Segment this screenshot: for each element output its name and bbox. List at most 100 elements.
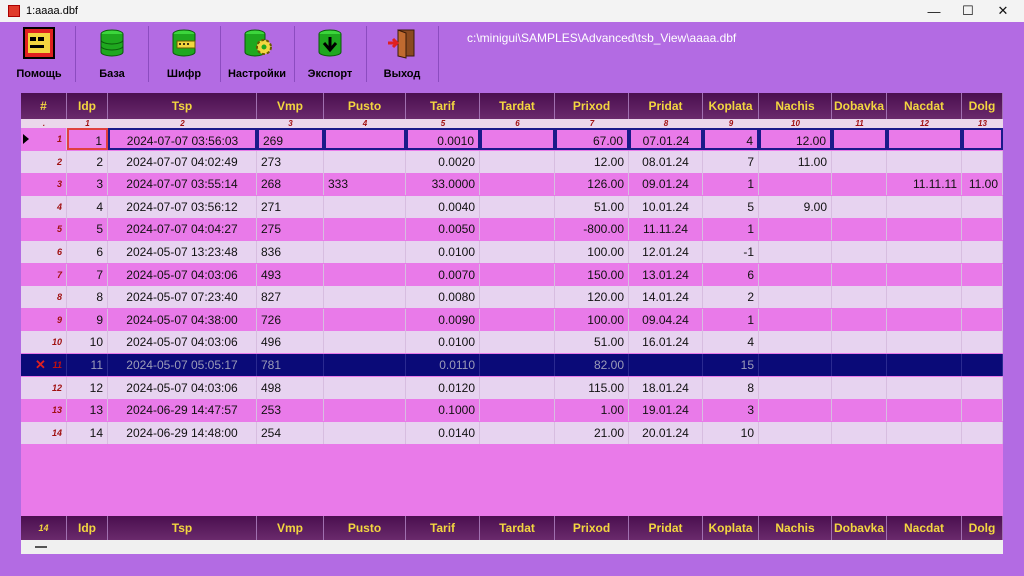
cell-tardat[interactable] xyxy=(480,376,555,399)
cell-idp[interactable]: 10 xyxy=(67,331,108,354)
cell-tarif[interactable]: 0.1000 xyxy=(406,399,480,422)
column-header-pusto[interactable]: Pusto xyxy=(324,93,406,119)
cell-pridat[interactable]: 11.11.24 xyxy=(629,218,703,241)
table-row[interactable]: 14 14 2024-06-29 14:48:00 254 0.0140 21.00 20.… xyxy=(21,421,1003,444)
cell-vmp[interactable]: 271 xyxy=(257,195,324,218)
cell-dobavka[interactable] xyxy=(832,399,887,422)
cell-tardat[interactable] xyxy=(480,128,555,150)
cell-vmp[interactable]: 781 xyxy=(257,354,324,376)
cell-tsp[interactable]: 2024-05-07 07:23:40 xyxy=(108,286,257,309)
cell-pusto[interactable] xyxy=(324,286,406,309)
cell-pusto[interactable] xyxy=(324,150,406,173)
cell-pridat[interactable]: 07.01.24 xyxy=(629,128,703,150)
cell-tarif[interactable]: 0.0010 xyxy=(406,128,480,150)
cell-koplata[interactable]: 1 xyxy=(703,173,759,196)
export-button[interactable]: Экспорт xyxy=(298,22,362,84)
base-button[interactable]: База xyxy=(80,22,144,84)
cell-tarif[interactable]: 0.0090 xyxy=(406,308,480,331)
cell-koplata[interactable]: 6 xyxy=(703,263,759,286)
cell-prixod[interactable]: 82.00 xyxy=(555,354,629,376)
scroll-thumb[interactable] xyxy=(35,546,47,548)
cell-idp[interactable]: 8 xyxy=(67,286,108,309)
cell-tarif[interactable]: 0.0140 xyxy=(406,421,480,444)
cell-tsp[interactable]: 2024-07-07 03:56:12 xyxy=(108,195,257,218)
help-button[interactable]: Помощь xyxy=(10,22,68,84)
cell-dolg[interactable] xyxy=(962,286,1003,309)
cell-prixod[interactable]: 1.00 xyxy=(555,399,629,422)
cell-prixod[interactable]: 120.00 xyxy=(555,286,629,309)
cell-dolg[interactable] xyxy=(962,376,1003,399)
cell-vmp[interactable]: 268 xyxy=(257,173,324,196)
table-row[interactable]: 1 1 2024-07-07 03:56:03 269 0.0010 67.00 07.01… xyxy=(21,128,1003,150)
cell-idp[interactable]: 12 xyxy=(67,376,108,399)
column-header-koplata[interactable]: Koplata xyxy=(703,93,759,119)
cell-dolg[interactable] xyxy=(962,195,1003,218)
cell-nacdat[interactable] xyxy=(887,421,962,444)
cell-nacdat[interactable] xyxy=(887,263,962,286)
title-bar[interactable]: 1:aaaa.dbf — ☐ ✕ xyxy=(0,0,1024,22)
column-header-dolg[interactable]: Dolg xyxy=(962,93,1003,119)
cell-pridat[interactable]: 12.01.24 xyxy=(629,241,703,263)
cell-koplata[interactable]: 4 xyxy=(703,331,759,354)
table-row[interactable]: 6 6 2024-05-07 13:23:48 836 0.0100 100.00 12.0… xyxy=(21,241,1003,263)
cell-vmp[interactable]: 827 xyxy=(257,286,324,309)
cell-tardat[interactable] xyxy=(480,421,555,444)
maximize-button[interactable]: ☐ xyxy=(950,0,986,22)
cell-pusto[interactable] xyxy=(324,376,406,399)
cell-nacdat[interactable]: 11.11.11 xyxy=(887,173,962,196)
cell-vmp[interactable]: 273 xyxy=(257,150,324,173)
table-row[interactable]: 10 10 2024-05-07 04:03:06 496 0.0100 51.00 16.… xyxy=(21,331,1003,354)
column-header-prixod[interactable]: Prixod xyxy=(555,93,629,119)
table-row[interactable]: 5 5 2024-07-07 04:04:27 275 0.0050 -800.00 11.… xyxy=(21,218,1003,241)
cell-tardat[interactable] xyxy=(480,195,555,218)
cell-vmp[interactable]: 253 xyxy=(257,399,324,422)
horizontal-scrollbar[interactable] xyxy=(21,540,1003,554)
table-row[interactable]: 8 8 2024-05-07 07:23:40 827 0.0080 120.00 14.0… xyxy=(21,286,1003,309)
cell-nachis[interactable] xyxy=(759,286,832,309)
cell-prixod[interactable]: 150.00 xyxy=(555,263,629,286)
cell-dolg[interactable]: 11.00 xyxy=(962,173,1003,196)
cell-dobavka[interactable] xyxy=(832,128,887,150)
cell-idp[interactable]: 4 xyxy=(67,195,108,218)
cell-prixod[interactable]: -800.00 xyxy=(555,218,629,241)
cell-nachis[interactable] xyxy=(759,354,832,376)
cell-prixod[interactable]: 115.00 xyxy=(555,376,629,399)
cell-nacdat[interactable] xyxy=(887,308,962,331)
cell-nacdat[interactable] xyxy=(887,286,962,309)
column-header-nacdat[interactable]: Nacdat xyxy=(887,93,962,119)
cell-nacdat[interactable] xyxy=(887,354,962,376)
cell-idp[interactable]: 2 xyxy=(67,150,108,173)
table-row[interactable]: 2 2 2024-07-07 04:02:49 273 0.0020 12.00 08.01… xyxy=(21,150,1003,173)
cell-tarif[interactable]: 0.0020 xyxy=(406,150,480,173)
cipher-button[interactable]: Шифр xyxy=(152,22,216,84)
cell-tsp[interactable]: 2024-05-07 13:23:48 xyxy=(108,241,257,263)
cell-pridat[interactable]: 13.01.24 xyxy=(629,263,703,286)
cell-tarif[interactable]: 0.0040 xyxy=(406,195,480,218)
column-header-dobavka[interactable]: Dobavka xyxy=(832,93,887,119)
close-button[interactable]: ✕ xyxy=(985,0,1021,22)
cell-tsp[interactable]: 2024-05-07 04:03:06 xyxy=(108,376,257,399)
cell-idp[interactable]: 13 xyxy=(67,399,108,422)
cell-koplata[interactable]: 1 xyxy=(703,218,759,241)
cell-dobavka[interactable] xyxy=(832,376,887,399)
cell-nachis[interactable]: 9.00 xyxy=(759,195,832,218)
cell-tarif[interactable]: 0.0080 xyxy=(406,286,480,309)
cell-pusto[interactable] xyxy=(324,308,406,331)
cell-tsp[interactable]: 2024-07-07 04:02:49 xyxy=(108,150,257,173)
table-row[interactable]: 9 9 2024-05-07 04:38:00 726 0.0090 100.00 09.0… xyxy=(21,308,1003,331)
data-grid[interactable]: # Idp Tsp Vmp Pusto Tarif Tardat Prixod Pridat Ko… xyxy=(21,93,1003,554)
cell-vmp[interactable]: 269 xyxy=(257,128,324,150)
cell-nachis[interactable] xyxy=(759,218,832,241)
cell-pridat[interactable]: 19.01.24 xyxy=(629,399,703,422)
cell-tardat[interactable] xyxy=(480,286,555,309)
cell-tarif[interactable]: 0.0100 xyxy=(406,331,480,354)
table-row[interactable]: 11 11 2024-05-07 05:05:17 781 0.0110 82.00 15 ✕ xyxy=(21,354,1003,376)
cell-pridat[interactable]: 09.04.24 xyxy=(629,308,703,331)
cell-tarif[interactable]: 0.0110 xyxy=(406,354,480,376)
cell-nachis[interactable] xyxy=(759,308,832,331)
cell-tsp[interactable]: 2024-07-07 04:04:27 xyxy=(108,218,257,241)
cell-dobavka[interactable] xyxy=(832,241,887,263)
cell-pusto[interactable] xyxy=(324,399,406,422)
cell-pridat[interactable]: 08.01.24 xyxy=(629,150,703,173)
cell-idp[interactable]: 5 xyxy=(67,218,108,241)
